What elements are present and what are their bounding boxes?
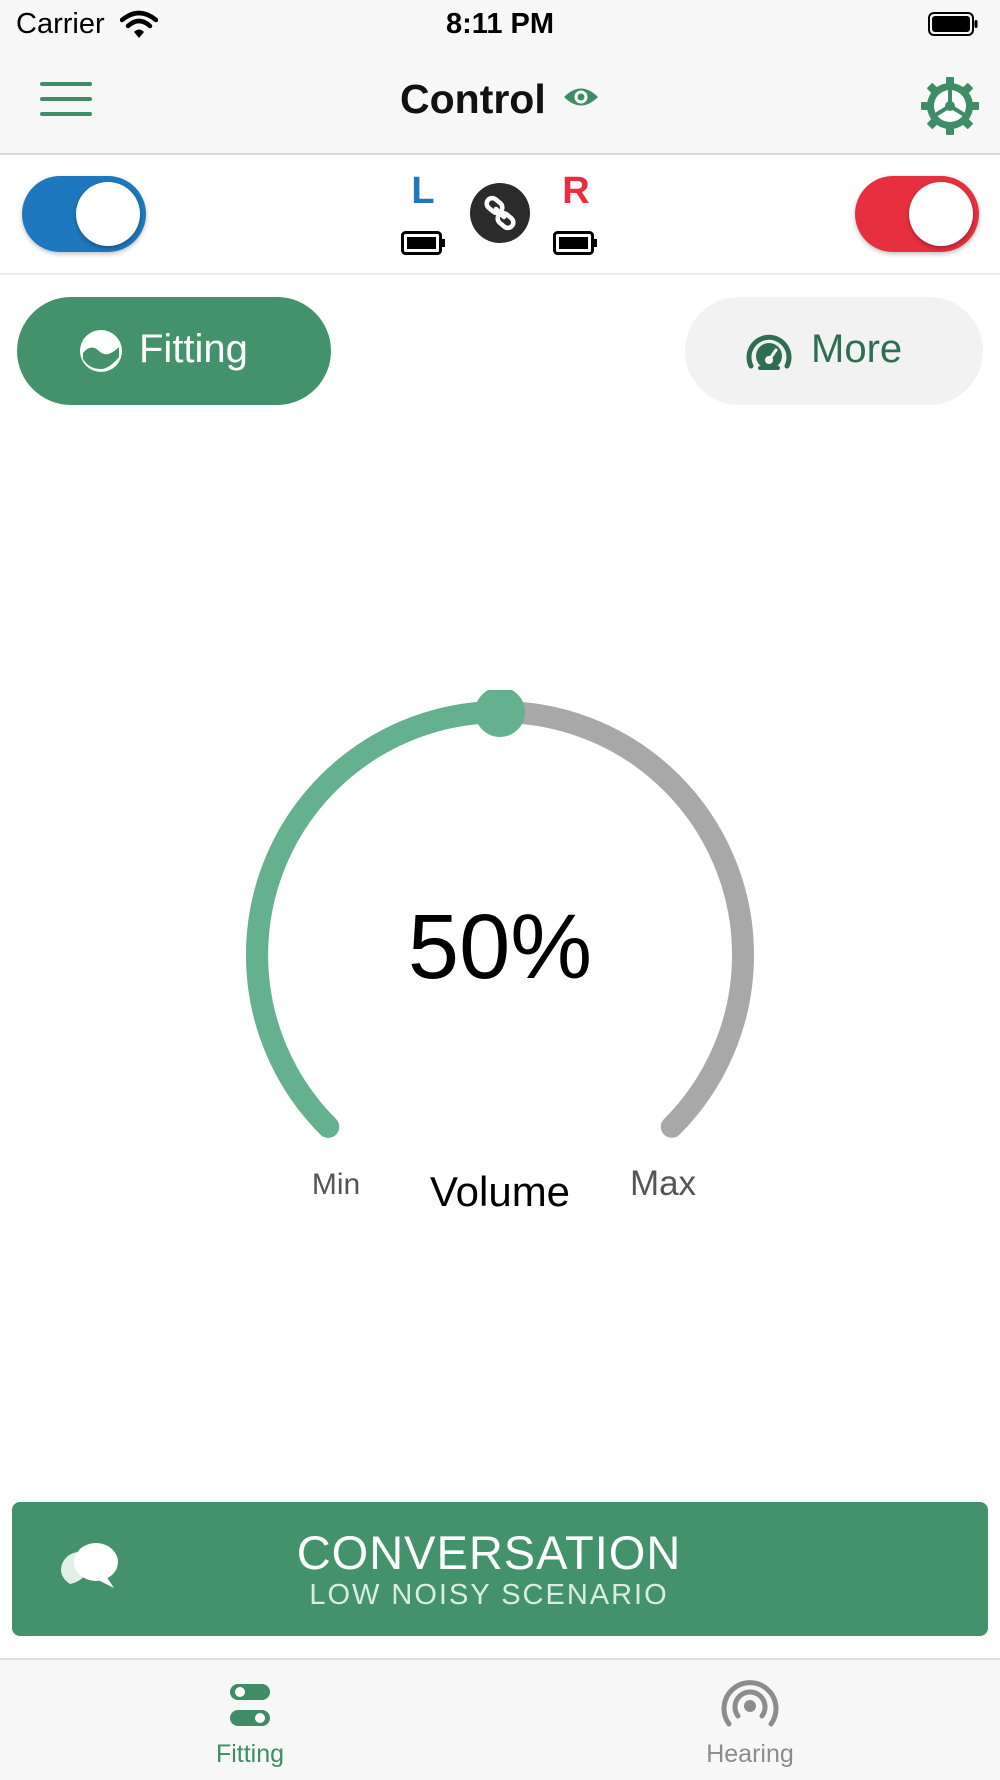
toggle-knob bbox=[76, 182, 140, 246]
volume-label: Volume bbox=[429, 1168, 571, 1215]
fitting-mode-label: Fitting bbox=[139, 327, 248, 371]
right-device-toggle[interactable] bbox=[855, 176, 979, 252]
scenario-subtitle: LOW NOISY SCENARIO bbox=[309, 1579, 669, 1611]
tab-hearing[interactable]: Hearing bbox=[650, 1672, 850, 1769]
right-side-label: R bbox=[562, 170, 590, 212]
tab-fitting[interactable]: Fitting bbox=[150, 1672, 350, 1769]
volume-value: 50% bbox=[407, 896, 593, 998]
tab-fitting-label: Fitting bbox=[215, 1740, 285, 1768]
more-label: More bbox=[811, 327, 903, 371]
fitting-mode-button[interactable]: Fitting bbox=[17, 297, 331, 405]
hamburger-icon-line bbox=[40, 112, 92, 116]
link-button[interactable] bbox=[470, 183, 530, 243]
scenario-title: CONVERSATION bbox=[296, 1526, 682, 1579]
broadcast-icon bbox=[721, 1680, 779, 1727]
sliders-icon bbox=[230, 1684, 270, 1726]
link-icon bbox=[484, 195, 516, 231]
hamburger-icon bbox=[40, 82, 92, 86]
left-side-label: L bbox=[411, 170, 435, 212]
volume-slider-knob[interactable] bbox=[475, 690, 525, 737]
hamburger-icon-line bbox=[40, 97, 92, 101]
page-title: Control bbox=[400, 76, 546, 122]
tab-hearing-label: Hearing bbox=[706, 1740, 794, 1768]
gear-icon[interactable] bbox=[920, 76, 980, 136]
left-device-toggle[interactable] bbox=[22, 176, 146, 252]
volume-min-label: Min bbox=[311, 1168, 361, 1201]
status-time: 8:11 PM bbox=[446, 8, 554, 40]
toggle-knob bbox=[909, 182, 973, 246]
volume-max-label: Max bbox=[629, 1164, 697, 1203]
left-battery-icon bbox=[401, 231, 445, 255]
more-button[interactable]: More bbox=[685, 297, 983, 405]
menu-button[interactable] bbox=[40, 82, 94, 122]
eye-icon[interactable] bbox=[562, 84, 600, 110]
speedometer-icon bbox=[746, 334, 792, 370]
battery-icon bbox=[928, 12, 978, 36]
right-battery-icon bbox=[553, 231, 597, 255]
wave-circle-icon bbox=[80, 330, 122, 372]
